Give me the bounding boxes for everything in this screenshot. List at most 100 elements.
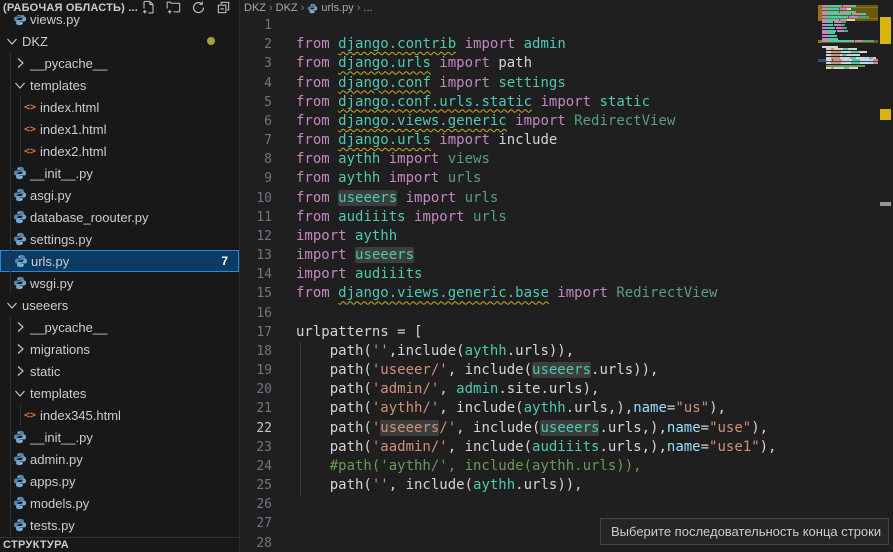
chevron-right-icon[interactable] (12, 341, 28, 357)
code-line-23[interactable]: 23 path('aadmin/', include(audiiits.urls… (240, 438, 818, 457)
tree-item-index345.html[interactable]: <>index345.html (0, 404, 239, 426)
code-line-6[interactable]: 6from django.views.generic import Redire… (240, 112, 818, 131)
indent-guide (300, 342, 301, 495)
code-line-2[interactable]: 2from django.contrib import admin (240, 35, 818, 54)
tree-item-useeers[interactable]: useeers (0, 294, 239, 316)
tree-item-label: apps.py (30, 474, 76, 489)
tree-item-templates[interactable]: templates (0, 74, 239, 96)
code-text: path('aadmin/', include(audiiits.urls,),… (296, 438, 776, 457)
code-line-19[interactable]: 19 path('useeer/', include(useeers.urls)… (240, 361, 818, 380)
code-line-22[interactable]: 22 path('useeers/', include(useeers.urls… (240, 419, 818, 438)
token: views (448, 151, 490, 167)
token: 'useeer/' (372, 362, 448, 378)
token: audiiits (355, 266, 422, 282)
python-file-icon (12, 473, 28, 489)
token: import (549, 285, 616, 301)
tree-item-database_roouter.py[interactable]: database_roouter.py (0, 206, 239, 228)
outline-section-header[interactable]: СТРУКТУРА (0, 537, 239, 552)
tree-item-templates[interactable]: templates (0, 382, 239, 404)
code-line-20[interactable]: 20 path('admin/', admin.site.urls), (240, 380, 818, 399)
python-file-icon (13, 253, 29, 269)
code-line-7[interactable]: 7from django.urls import include (240, 131, 818, 150)
tree-item-index1.html[interactable]: <>index1.html (0, 118, 239, 140)
token: path( (296, 362, 372, 378)
code-line-12[interactable]: 12import aythh (240, 227, 818, 246)
tree-item-admin.py[interactable]: admin.py (0, 448, 239, 470)
chevron-down-icon[interactable] (12, 77, 28, 93)
chevron-down-icon[interactable] (4, 33, 20, 49)
tree-indent-guide (20, 404, 21, 426)
code-line-11[interactable]: 11from audiiits import urls (240, 208, 818, 227)
tree-item-label: useeers (22, 298, 68, 313)
token: import (456, 36, 523, 52)
tree-item-index.html[interactable]: <>index.html (0, 96, 239, 118)
code-line-3[interactable]: 3from django.urls import path (240, 54, 818, 73)
token: aythh (338, 170, 380, 186)
token: ), (709, 400, 726, 416)
tree-item-static[interactable]: static (0, 360, 239, 382)
token: import (296, 228, 355, 244)
code-area[interactable]: 12from django.contrib import admin3from … (240, 0, 818, 552)
code-line-5[interactable]: 5from django.conf.urls.static import sta… (240, 93, 818, 112)
token: import (431, 132, 498, 148)
code-text: from aythh import views (296, 150, 490, 169)
collapse-folders-icon[interactable] (216, 0, 231, 15)
code-line-21[interactable]: 21 path('aythh/', include(aythh.urls,),n… (240, 399, 818, 418)
tree-item-wsgi.py[interactable]: wsgi.py (0, 272, 239, 294)
overview-ruler[interactable] (878, 0, 893, 552)
code-text: from django.views.generic import Redirec… (296, 112, 675, 131)
code-line-9[interactable]: 9from aythh import urls (240, 169, 818, 188)
code-line-26[interactable]: 26 (240, 495, 818, 514)
tree-item-__pycache__[interactable]: __pycache__ (0, 316, 239, 338)
chevron-down-icon[interactable] (4, 297, 20, 313)
token: , include( (389, 477, 473, 493)
refresh-icon[interactable] (191, 0, 206, 15)
code-line-15[interactable]: 15from django.views.generic.base import … (240, 284, 818, 303)
code-line-4[interactable]: 4from django.conf import settings (240, 74, 818, 93)
tree-item-models.py[interactable]: models.py (0, 492, 239, 514)
token: = (701, 439, 709, 455)
token: static (599, 94, 650, 110)
tree-item-__pycache__[interactable]: __pycache__ (0, 52, 239, 74)
chevron-right-icon[interactable] (12, 55, 28, 71)
eol-tooltip-text: Выберите последовательность конца строки (611, 524, 881, 539)
token: ), (760, 439, 777, 455)
chevron-right-icon[interactable] (12, 363, 28, 379)
tree-item-__init__.py[interactable]: __init__.py (0, 162, 239, 184)
new-folder-icon[interactable] (166, 0, 181, 15)
tree-item-apps.py[interactable]: apps.py (0, 470, 239, 492)
token: include (498, 132, 557, 148)
chevron-down-icon[interactable] (12, 385, 28, 401)
code-line-25[interactable]: 25 path('', include(aythh.urls)), (240, 476, 818, 495)
tree-item-asgi.py[interactable]: asgi.py (0, 184, 239, 206)
token: from (296, 113, 338, 129)
tree-item-tests.py[interactable]: tests.py (0, 514, 239, 536)
code-line-10[interactable]: 10from useeers import urls (240, 189, 818, 208)
new-file-icon[interactable] (141, 0, 156, 15)
code-line-1[interactable]: 1 (240, 16, 818, 35)
token: admin (524, 36, 566, 52)
minimap[interactable] (818, 0, 878, 552)
tree-item-settings.py[interactable]: settings.py (0, 228, 239, 250)
python-file-icon (12, 429, 28, 445)
code-line-14[interactable]: 14import audiiits (240, 265, 818, 284)
tree-item-index2.html[interactable]: <>index2.html (0, 140, 239, 162)
tree-item-DKZ[interactable]: DKZ (0, 30, 239, 52)
explorer-section-header: (РАБОЧАЯ ОБЛАСТЬ) ... (0, 0, 239, 15)
code-line-8[interactable]: 8from aythh import views (240, 150, 818, 169)
tree-item-label: tests.py (30, 518, 75, 533)
line-number: 27 (240, 514, 272, 533)
token: urls (473, 209, 507, 225)
code-line-13[interactable]: 13import useeers (240, 246, 818, 265)
tree-item-migrations[interactable]: migrations (0, 338, 239, 360)
html-file-icon: <> (22, 143, 38, 159)
chevron-right-icon[interactable] (12, 319, 28, 335)
code-line-24[interactable]: 24 #path('aythh/', include(aythh.urls)), (240, 457, 818, 476)
tree-item-urls.py[interactable]: urls.py7 (0, 250, 239, 272)
code-text: urlpatterns = [ (296, 323, 422, 342)
tree-item-__init__.py[interactable]: __init__.py (0, 426, 239, 448)
code-line-18[interactable]: 18 path('',include(aythh.urls)), (240, 342, 818, 361)
code-line-17[interactable]: 17urlpatterns = [ (240, 323, 818, 342)
line-number: 1 (240, 16, 272, 35)
code-line-16[interactable]: 16 (240, 304, 818, 323)
